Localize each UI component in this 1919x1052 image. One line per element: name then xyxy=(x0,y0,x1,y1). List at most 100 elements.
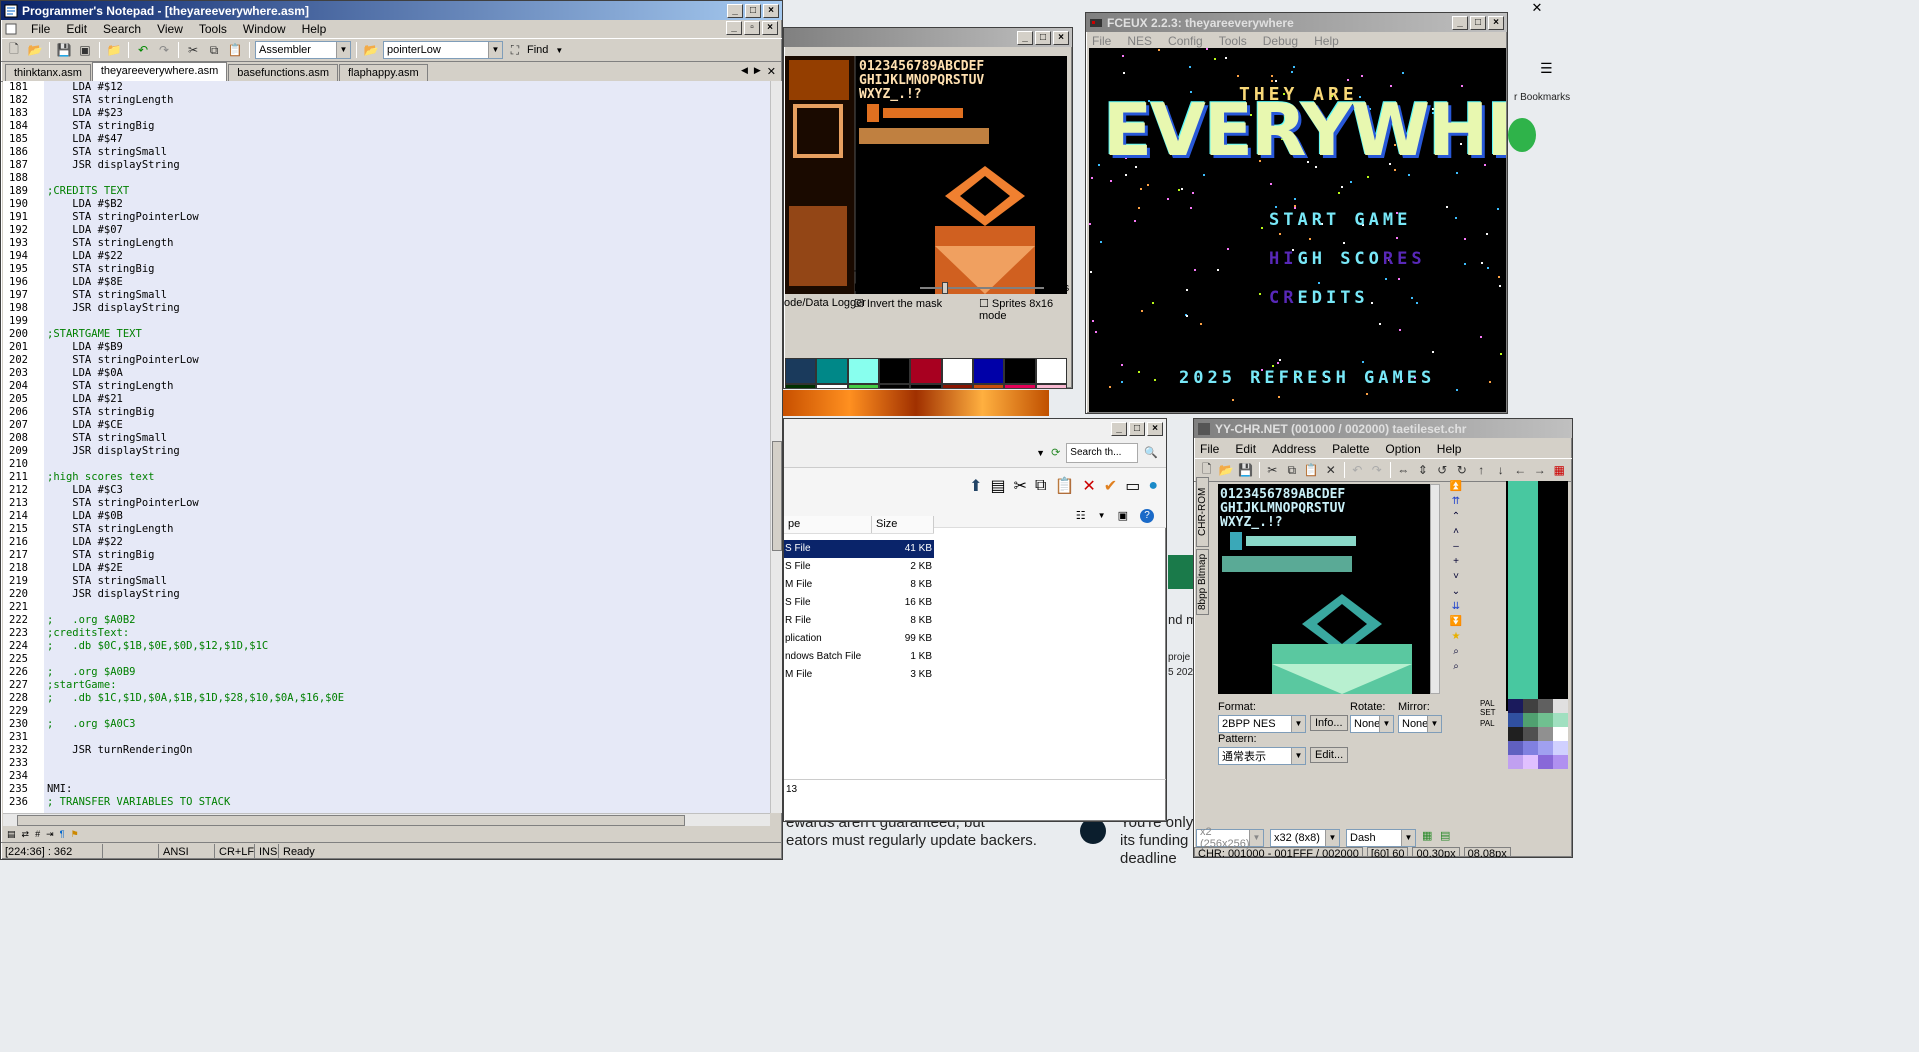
refresh-icon[interactable]: ⟳ xyxy=(1051,446,1060,459)
find-folder-icon[interactable]: 📂 xyxy=(362,41,380,59)
code-line[interactable]: 192 LDA #$07 xyxy=(3,224,768,237)
palette-swatch[interactable] xyxy=(785,384,817,388)
palette-swatch[interactable] xyxy=(1035,384,1067,388)
menu-search[interactable]: Search xyxy=(101,22,143,36)
code-editor[interactable]: 181 LDA #$12 182 STA stringLength 183 LDA … xyxy=(3,81,770,813)
fceux-titlebar[interactable]: FCEUX 2.2.3: theyareeverywhere _ □ × xyxy=(1086,13,1507,32)
dropdown-arrow-icon[interactable]: ▼ xyxy=(1325,830,1339,846)
maximize-button[interactable]: □ xyxy=(1035,30,1051,45)
code-line[interactable]: 186 STA stringSmall xyxy=(3,146,768,159)
mirror-select[interactable]: None ▼ xyxy=(1398,715,1442,733)
cut-icon[interactable]: ✂ xyxy=(1014,476,1027,496)
line-down-icon[interactable]: ˅ xyxy=(1453,571,1459,582)
tab-thinktanx[interactable]: thinktanx.asm xyxy=(5,64,91,81)
code-line[interactable]: 228 ; .db $1C,$1D,$0A,$1B,$1D,$28,$10,$0A… xyxy=(3,692,768,705)
flip-horizontal-icon[interactable]: ⇔ xyxy=(1395,461,1413,479)
menu-help[interactable]: Help xyxy=(1312,34,1341,48)
format-select[interactable]: 2BPP NES ▼ xyxy=(1218,715,1306,733)
palette-swatch[interactable] xyxy=(1553,741,1568,755)
tab-theyareeverywhere[interactable]: theyareeverywhere.asm xyxy=(91,62,228,81)
file-row[interactable]: M File 8 KB xyxy=(784,576,934,594)
code-line[interactable]: 236 ; TRANSFER VARIABLES TO STACK xyxy=(3,796,768,809)
find-button[interactable]: Find xyxy=(527,44,548,56)
cut-icon[interactable]: ✂ xyxy=(184,41,202,59)
star-icon[interactable]: ★ xyxy=(1452,631,1461,642)
code-line[interactable]: 204 STA stringLength xyxy=(3,380,768,393)
line-up-icon[interactable]: ˄ xyxy=(1453,526,1459,537)
vertical-scroll-thumb[interactable] xyxy=(772,441,782,551)
code-line[interactable]: 206 STA stringBig xyxy=(3,406,768,419)
file-row[interactable]: ndows Batch File 1 KB xyxy=(784,648,934,666)
dropdown-arrow-icon[interactable]: ▼ xyxy=(1291,716,1305,732)
pal-label[interactable]: PAL xyxy=(1480,719,1495,728)
tab-chr-rom[interactable]: CHR-ROM xyxy=(1196,477,1209,547)
browser-menu-icon[interactable]: ☰ xyxy=(1540,60,1553,77)
code-line[interactable]: 181 LDA #$12 xyxy=(3,81,768,94)
code-line[interactable]: 211 ;high scores text xyxy=(3,471,768,484)
explorer-search-input[interactable]: Search th... xyxy=(1066,442,1139,463)
menu-file[interactable]: File xyxy=(1198,442,1221,456)
palette-swatch[interactable] xyxy=(1538,727,1553,741)
binoculars-icon[interactable]: ⛶ xyxy=(506,41,524,59)
menu-view[interactable]: View xyxy=(155,22,185,36)
scheme-select[interactable]: Assembler ▼ xyxy=(255,41,351,59)
palette-swatch[interactable] xyxy=(1538,755,1553,769)
game-screen[interactable]: THEY ARE EVERYWHERE START GAME HIGH SCOR… xyxy=(1089,48,1506,412)
tab-basefunctions[interactable]: basefunctions.asm xyxy=(228,64,338,81)
code-line[interactable]: 195 STA stringBig xyxy=(3,263,768,276)
code-line[interactable]: 203 LDA #$0A xyxy=(3,367,768,380)
code-line[interactable]: 217 STA stringBig xyxy=(3,549,768,562)
palette-swatch[interactable] xyxy=(1035,358,1067,384)
palette-swatch[interactable] xyxy=(1553,755,1568,769)
zoom-out-icon[interactable]: ⌕ xyxy=(1453,661,1459,672)
menu-file[interactable]: File xyxy=(1090,34,1113,48)
menu-start-game[interactable]: START GAME xyxy=(1269,210,1411,230)
code-line[interactable]: 227 ;startGame: xyxy=(3,679,768,692)
child-close-button[interactable]: × xyxy=(762,21,778,35)
code-line[interactable]: 198 JSR displayString xyxy=(3,302,768,315)
minimize-button[interactable]: _ xyxy=(1017,30,1033,45)
rotate-right-icon[interactable]: ↻ xyxy=(1453,461,1471,479)
bookmarks-label[interactable]: r Bookmarks xyxy=(1514,92,1570,103)
code-line[interactable]: 202 STA stringPointerLow xyxy=(3,354,768,367)
code-line[interactable]: 221 xyxy=(3,601,768,614)
page-up-fast-icon[interactable]: ⇈ xyxy=(1452,496,1460,507)
code-line[interactable]: 218 LDA #$2E xyxy=(3,562,768,575)
code-line[interactable]: 190 LDA #$B2 xyxy=(3,198,768,211)
code-line[interactable]: 224 ; .db $0C,$1B,$0E,$0D,$12,$1D,$1C xyxy=(3,640,768,653)
dropdown-arrow-icon[interactable]: ▼ xyxy=(488,42,502,58)
pn-titlebar[interactable]: Programmer's Notepad - [theyareeverywher… xyxy=(1,1,782,20)
checkmark-icon[interactable]: ✔ xyxy=(1104,476,1117,496)
shift-right-icon[interactable]: → xyxy=(1531,461,1549,479)
page-down-fast-icon[interactable]: ⇊ xyxy=(1452,601,1460,612)
redo-icon[interactable]: ↷ xyxy=(1368,461,1386,479)
preview-pane-icon[interactable]: ▣ xyxy=(1118,509,1128,522)
palette-swatch[interactable] xyxy=(1538,741,1553,755)
copy-icon[interactable]: ⧉ xyxy=(205,41,223,59)
undo-icon[interactable]: ↶ xyxy=(1349,461,1367,479)
explorer-titlebar[interactable]: _ □ × xyxy=(784,419,1166,438)
paste-icon[interactable]: 📋 xyxy=(1303,461,1321,479)
kickstarter-logo-icon[interactable] xyxy=(1508,118,1536,152)
code-line[interactable]: 215 STA stringLength xyxy=(3,523,768,536)
file-row[interactable]: R File 8 KB xyxy=(784,612,934,630)
grid-toggle-green2-icon[interactable]: ▤ xyxy=(1440,829,1450,842)
code-line[interactable]: 191 STA stringPointerLow xyxy=(3,211,768,224)
info-button[interactable]: Info... xyxy=(1310,715,1348,731)
palette-swatch[interactable] xyxy=(1538,713,1553,727)
shift-up-icon[interactable]: ↑ xyxy=(1473,461,1491,479)
dropdown-arrow-icon[interactable]: ▼ xyxy=(336,42,350,58)
save-all-icon[interactable]: ▣ xyxy=(76,41,94,59)
up-arrow-icon[interactable]: ⬆ xyxy=(969,476,982,496)
code-line[interactable]: 212 LDA #$C3 xyxy=(3,484,768,497)
pattern-edit-button[interactable]: Edit... xyxy=(1310,747,1349,763)
clear-icon[interactable]: ✕ xyxy=(1322,461,1340,479)
shift-left-icon[interactable]: ← xyxy=(1512,461,1530,479)
code-line[interactable]: 232 JSR turnRenderingOn xyxy=(3,744,768,757)
file-row[interactable]: M File 3 KB xyxy=(784,666,934,684)
code-line[interactable]: 200 ;STARTGAME TEXT xyxy=(3,328,768,341)
menu-debug[interactable]: Debug xyxy=(1261,34,1300,48)
step-plus-icon[interactable]: + xyxy=(1453,556,1459,567)
delete-icon[interactable]: ✕ xyxy=(1082,476,1095,496)
menu-edit[interactable]: Edit xyxy=(64,22,89,36)
